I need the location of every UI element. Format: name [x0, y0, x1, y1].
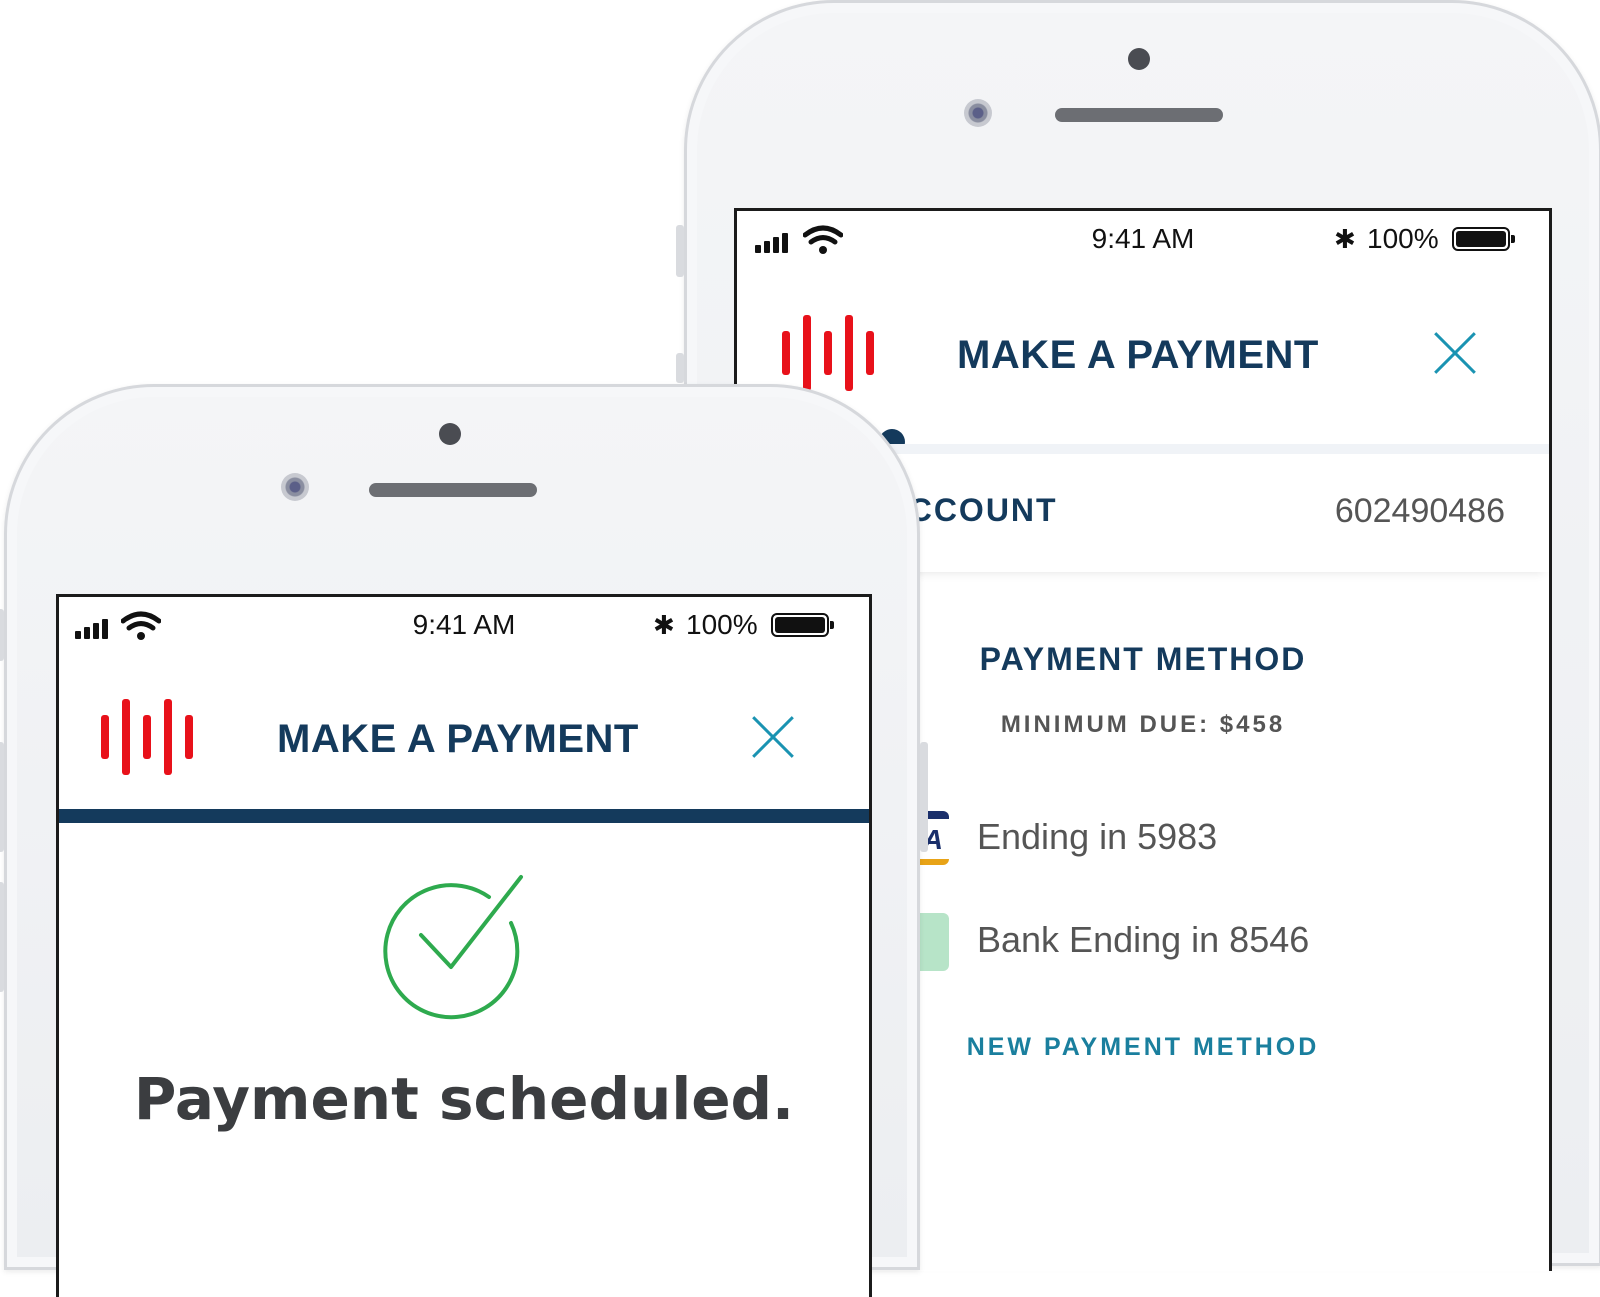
status-bar: 9:41 AM ✱ 100% [737, 211, 1549, 267]
close-icon[interactable] [751, 715, 795, 759]
proximity-sensor [439, 423, 461, 445]
status-bar: 9:41 AM ✱ 100% [59, 597, 869, 653]
front-screen: 9:41 AM ✱ 100% MAKE A PAYMENT Payment sc… [56, 594, 872, 1297]
power-button [920, 742, 928, 852]
app-header: MAKE A PAYMENT [737, 271, 1549, 421]
battery-icon [1452, 227, 1515, 251]
battery-icon [771, 613, 834, 637]
brand-logo-icon [782, 315, 874, 391]
earpiece-speaker [369, 483, 537, 497]
bluetooth-icon: ✱ [1334, 225, 1356, 255]
confirmation-message: Payment scheduled. [133, 1065, 795, 1133]
proximity-sensor [1128, 48, 1150, 70]
volume-button [676, 353, 684, 383]
volume-down-button [0, 882, 4, 992]
front-camera-icon [964, 99, 992, 127]
mute-switch [0, 609, 4, 661]
front-camera-icon [281, 473, 309, 501]
volume-up-button [0, 742, 4, 852]
payment-method-bank[interactable]: Bank Ending in 8546 [977, 919, 1309, 961]
front-phone: 9:41 AM ✱ 100% MAKE A PAYMENT Payment sc… [0, 384, 928, 1297]
page-title: MAKE A PAYMENT [277, 717, 639, 761]
brand-logo-icon [101, 699, 193, 775]
earpiece-speaker [1055, 108, 1223, 122]
progress-bar [59, 809, 869, 823]
app-header: MAKE A PAYMENT [59, 657, 869, 807]
close-icon[interactable] [1433, 331, 1477, 375]
bluetooth-icon: ✱ [653, 611, 675, 641]
mute-switch [676, 225, 684, 277]
battery-percent: 100% [686, 609, 758, 640]
payment-method-card[interactable]: Ending in 5983 [977, 816, 1217, 858]
account-number: 602490486 [1334, 492, 1505, 530]
battery-percent: 100% [1367, 223, 1439, 254]
page-title: MAKE A PAYMENT [957, 333, 1319, 377]
check-circle-icon [383, 875, 523, 1020]
